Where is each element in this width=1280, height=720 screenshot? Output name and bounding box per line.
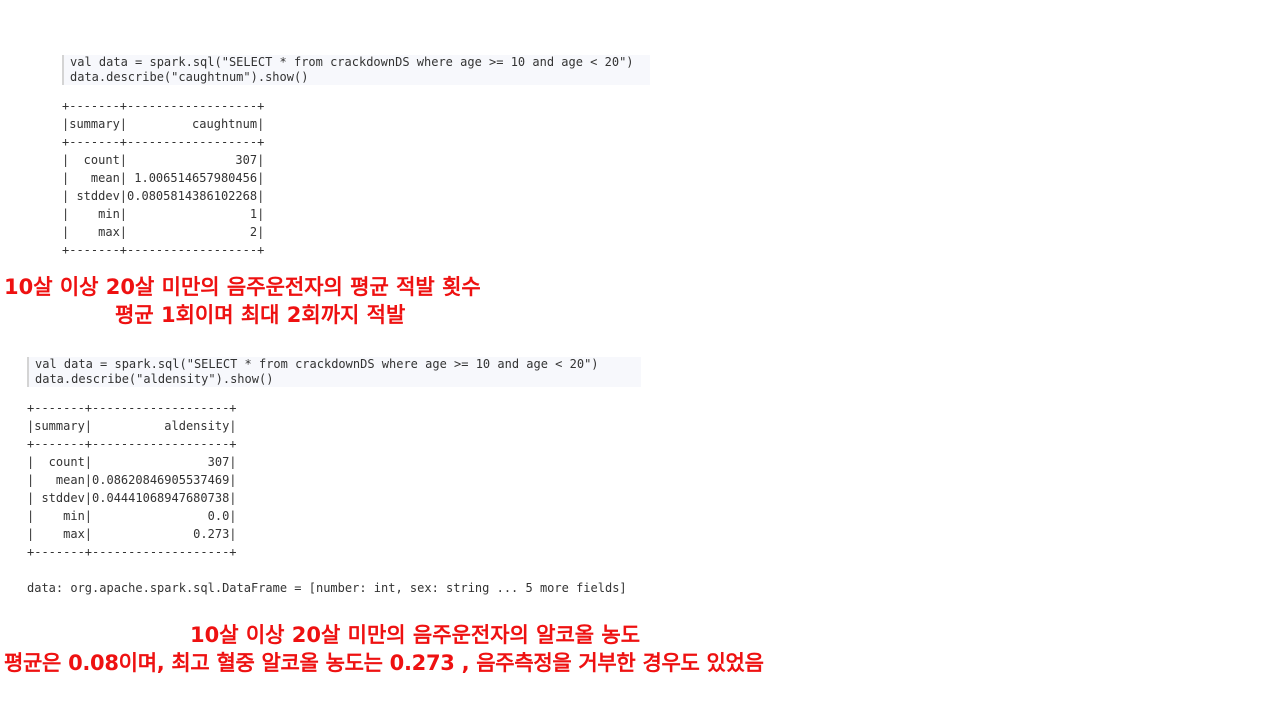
table-row: | mean| 1.006514657980456| [62,171,265,185]
table-row: |summary| caughtnum| [62,117,265,131]
table-row: +-------+------------------+ [62,99,265,113]
table-row: | stddev|0.04441068947680738| [27,491,237,505]
code-cell-aldensity[interactable]: val data = spark.sql("SELECT * from crac… [27,357,641,387]
annotation-caughtnum-detail: 평균 1회이며 최대 2회까지 적발 [115,303,406,327]
code-line: data.describe("aldensity").show() [35,372,274,386]
table-row [27,561,627,579]
table-row: | mean|0.08620846905537469| [27,473,237,487]
table-row: +-------+-------------------+ [27,401,237,415]
table-row: |summary| aldensity| [27,419,237,433]
table-row: +-------+-------------------+ [27,545,237,559]
table-row: | count| 307| [62,153,265,167]
code-line: val data = spark.sql("SELECT * from crac… [35,357,599,371]
table-row: | max| 0.273| [27,527,237,541]
table-row: +-------+------------------+ [62,243,265,257]
table-row: | min| 1| [62,207,265,221]
table-row: | min| 0.0| [27,509,237,523]
output-table-caughtnum: +-------+------------------+ |summary| c… [62,97,264,259]
output-table-aldensity: +-------+-------------------+ |summary| … [27,399,627,597]
dataframe-summary: data: org.apache.spark.sql.DataFrame = [… [27,581,627,595]
annotation-caughtnum-title: 10살 이상 20살 미만의 음주운전자의 평균 적발 횟수 [4,275,481,299]
annotation-aldensity-detail: 평균은 0.08이며, 최고 혈중 알코올 농도는 0.273 , 음주측정을 … [4,651,764,675]
code-line: data.describe("caughtnum").show() [70,70,309,84]
annotation-aldensity-title: 10살 이상 20살 미만의 음주운전자의 알코올 농도 [190,623,641,647]
table-row: | count| 307| [27,455,237,469]
table-row: | stddev|0.0805814386102268| [62,189,265,203]
code-line: val data = spark.sql("SELECT * from crac… [70,55,634,69]
table-row: +-------+-------------------+ [27,437,237,451]
code-cell-caughtnum[interactable]: val data = spark.sql("SELECT * from crac… [62,55,650,85]
table-row: | max| 2| [62,225,265,239]
table-row: +-------+------------------+ [62,135,265,149]
